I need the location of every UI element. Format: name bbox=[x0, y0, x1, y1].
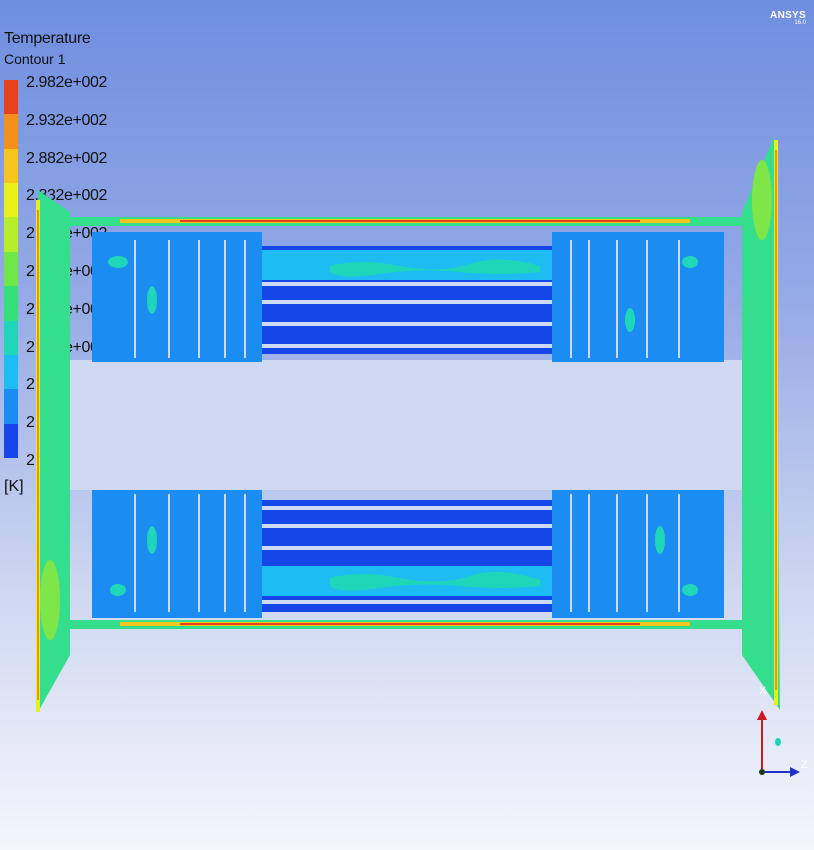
lower-right-warm-spot bbox=[682, 584, 698, 596]
x-axis-label: X bbox=[759, 685, 767, 697]
upper-right-fin-divider bbox=[646, 240, 648, 358]
y-axis-depth-marker bbox=[775, 738, 781, 746]
lower-right-fin-divider bbox=[588, 494, 590, 612]
upper-right-fin-block bbox=[552, 232, 724, 362]
upper-right-fin-divider bbox=[588, 240, 590, 358]
lower-right-warm-spot bbox=[655, 526, 665, 554]
bottom-rail-hottest bbox=[180, 623, 640, 625]
upper-left-warm-spot bbox=[108, 256, 128, 268]
left-plate-hot-core bbox=[37, 210, 39, 700]
lower-channel-slot bbox=[262, 524, 552, 528]
lower-left-fin-divider bbox=[134, 494, 136, 612]
lower-right-fin-block bbox=[552, 490, 724, 618]
lower-left-fin-block bbox=[92, 490, 262, 618]
upper-left-fin-divider bbox=[198, 240, 200, 358]
lower-right-fin-divider bbox=[570, 494, 572, 612]
middle-gap bbox=[70, 360, 742, 490]
upper-left-fin-divider bbox=[134, 240, 136, 358]
lower-left-warm-spot bbox=[147, 526, 157, 554]
lower-right-fin-divider bbox=[678, 494, 680, 612]
left-plate-warm-zone bbox=[40, 560, 60, 640]
upper-left-fin-divider bbox=[224, 240, 226, 358]
upper-left-warm-spot bbox=[147, 286, 157, 314]
lower-left-fin-divider bbox=[168, 494, 170, 612]
lower-left-fin-divider bbox=[198, 494, 200, 612]
lower-right-fin-divider bbox=[646, 494, 648, 612]
upper-right-fin-divider bbox=[678, 240, 680, 358]
upper-left-fin-block bbox=[92, 232, 262, 362]
lower-module bbox=[92, 490, 724, 618]
upper-right-warm-spot bbox=[682, 256, 698, 268]
upper-left-fin-divider bbox=[168, 240, 170, 358]
lower-left-warm-spot bbox=[110, 584, 126, 596]
axis-origin bbox=[759, 769, 765, 775]
axis-triad: X Z bbox=[757, 685, 808, 777]
temperature-contour-view[interactable] bbox=[0, 0, 814, 850]
upper-right-fin-divider bbox=[616, 240, 618, 358]
right-plate-hot-core bbox=[775, 150, 777, 690]
top-rail-hottest bbox=[180, 220, 640, 222]
lower-right-fin-divider bbox=[616, 494, 618, 612]
z-axis-label: Z bbox=[801, 759, 808, 771]
upper-channel-slot bbox=[262, 282, 552, 286]
lower-left-fin-divider bbox=[244, 494, 246, 612]
right-plate-warm-zone bbox=[752, 160, 772, 240]
upper-right-warm-spot bbox=[625, 308, 635, 332]
lower-channel-slot bbox=[262, 506, 552, 510]
lower-channel-slot bbox=[262, 600, 552, 604]
z-axis-arrowhead bbox=[790, 767, 800, 777]
lower-channel-slot bbox=[262, 546, 552, 550]
upper-channel-slot bbox=[262, 344, 552, 348]
upper-channel-slot bbox=[262, 300, 552, 304]
upper-right-fin-divider bbox=[570, 240, 572, 358]
upper-channel-slot bbox=[262, 322, 552, 326]
lower-left-fin-divider bbox=[224, 494, 226, 612]
x-axis-arrowhead bbox=[757, 710, 767, 720]
upper-module bbox=[92, 232, 724, 362]
upper-left-fin-divider bbox=[244, 240, 246, 358]
